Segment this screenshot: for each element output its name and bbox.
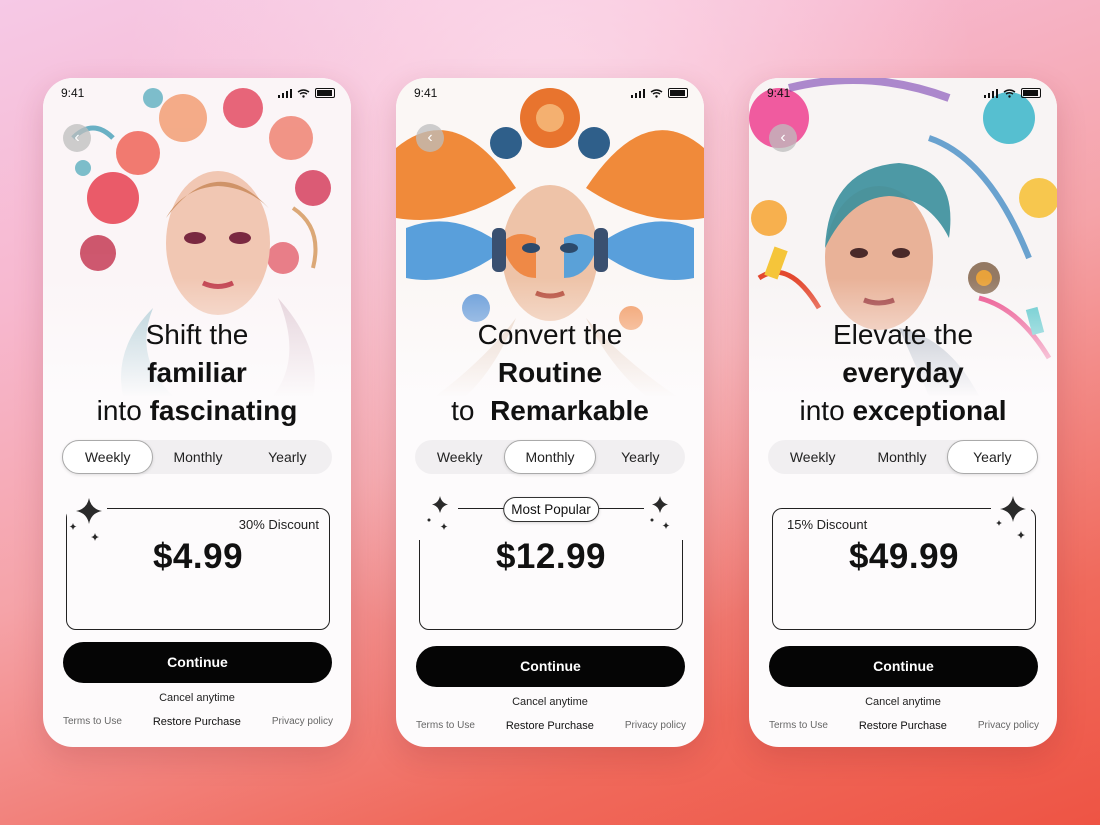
tab-yearly[interactable]: Yearly xyxy=(596,440,685,474)
headline-line-3-bold: Remarkable xyxy=(490,395,649,426)
sparkle-icon xyxy=(418,494,458,540)
terms-link[interactable]: Terms to Use xyxy=(769,720,828,732)
signal-icon xyxy=(630,88,645,98)
status-time: 9:41 xyxy=(61,86,85,100)
headline-line-1: Convert the xyxy=(477,319,623,350)
battery-icon xyxy=(315,88,335,98)
headline-line-3-prefix: to xyxy=(451,395,475,426)
restore-purchase-link[interactable]: Restore Purchase xyxy=(153,716,241,728)
billing-period-selector: Weekly Monthly Yearly xyxy=(62,440,332,474)
status-time: 9:41 xyxy=(767,86,791,100)
back-button[interactable]: ‹ xyxy=(416,124,444,152)
status-bar: 9:41 xyxy=(396,86,704,102)
tab-monthly[interactable]: Monthly xyxy=(153,440,242,474)
billing-period-selector: Weekly Monthly Yearly xyxy=(768,440,1038,474)
sparkle-icon xyxy=(644,494,684,540)
privacy-policy-link[interactable]: Privacy policy xyxy=(272,716,333,728)
battery-icon xyxy=(668,88,688,98)
tab-weekly[interactable]: Weekly xyxy=(768,440,857,474)
headline: Shift the familiar into fascinating xyxy=(43,316,351,430)
cancel-anytime-text: Cancel anytime xyxy=(159,692,235,704)
headline-line-1: Shift the xyxy=(145,319,249,350)
tab-yearly[interactable]: Yearly xyxy=(243,440,332,474)
restore-purchase-link[interactable]: Restore Purchase xyxy=(506,720,594,732)
paywall-screen-yearly: 9:41 ‹ Elevate the everyday into excepti… xyxy=(749,78,1057,747)
chevron-left-icon: ‹ xyxy=(427,129,433,146)
billing-period-selector: Weekly Monthly Yearly xyxy=(415,440,685,474)
chevron-left-icon: ‹ xyxy=(74,129,80,146)
cancel-anytime-text: Cancel anytime xyxy=(865,696,941,708)
continue-button[interactable]: Continue xyxy=(769,646,1038,687)
price: $12.99 xyxy=(495,537,607,576)
privacy-policy-link[interactable]: Privacy policy xyxy=(978,720,1039,732)
back-button[interactable]: ‹ xyxy=(63,124,91,152)
price: $49.99 xyxy=(848,537,960,576)
signal-icon xyxy=(277,88,292,98)
cancel-anytime-text: Cancel anytime xyxy=(512,696,588,708)
chevron-left-icon: ‹ xyxy=(780,129,786,146)
headline-line-3-prefix: into xyxy=(799,395,845,426)
battery-icon xyxy=(1021,88,1041,98)
paywall-screen-weekly: 9:41 ‹ Shift the familiar into fascinati… xyxy=(43,78,351,747)
wifi-icon xyxy=(650,88,663,98)
paywall-screen-monthly: 9:41 ‹ Convert the Routine to Remarkable… xyxy=(396,78,704,747)
wifi-icon xyxy=(297,88,310,98)
sparkle-icon xyxy=(991,494,1031,540)
headline-line-2: familiar xyxy=(147,357,247,388)
most-popular-badge: Most Popular xyxy=(503,497,599,522)
tab-monthly[interactable]: Monthly xyxy=(857,440,946,474)
discount-label: 30% Discount xyxy=(238,517,319,532)
footer-links: Terms to Use Restore Purchase Privacy po… xyxy=(769,720,1039,732)
privacy-policy-link[interactable]: Privacy policy xyxy=(625,720,686,732)
terms-link[interactable]: Terms to Use xyxy=(416,720,475,732)
footer-links: Terms to Use Restore Purchase Privacy po… xyxy=(416,720,686,732)
continue-button[interactable]: Continue xyxy=(416,646,685,687)
status-bar: 9:41 xyxy=(43,86,351,102)
wifi-icon xyxy=(1003,88,1016,98)
continue-button[interactable]: Continue xyxy=(63,642,332,683)
tab-monthly[interactable]: Monthly xyxy=(504,440,596,474)
headline-line-3-prefix: into xyxy=(96,395,142,426)
headline: Convert the Routine to Remarkable xyxy=(396,316,704,430)
footer-links: Terms to Use Restore Purchase Privacy po… xyxy=(63,716,333,728)
back-button[interactable]: ‹ xyxy=(769,124,797,152)
headline-line-3-bold: fascinating xyxy=(149,395,298,426)
headline-line-1: Elevate the xyxy=(832,319,974,350)
status-time: 9:41 xyxy=(414,86,438,100)
restore-purchase-link[interactable]: Restore Purchase xyxy=(859,720,947,732)
tab-yearly[interactable]: Yearly xyxy=(946,440,1038,474)
discount-label: 15% Discount xyxy=(787,517,868,532)
status-bar: 9:41 xyxy=(749,86,1057,102)
headline-line-3-bold: exceptional xyxy=(852,395,1007,426)
headline: Elevate the everyday into exceptional xyxy=(749,316,1057,430)
tab-weekly[interactable]: Weekly xyxy=(62,440,154,474)
price: $4.99 xyxy=(152,537,244,576)
headline-line-2: everyday xyxy=(842,357,964,388)
signal-icon xyxy=(983,88,998,98)
terms-link[interactable]: Terms to Use xyxy=(63,716,122,728)
sparkle-icon xyxy=(67,496,107,542)
tab-weekly[interactable]: Weekly xyxy=(415,440,504,474)
headline-line-2: Routine xyxy=(497,357,603,388)
